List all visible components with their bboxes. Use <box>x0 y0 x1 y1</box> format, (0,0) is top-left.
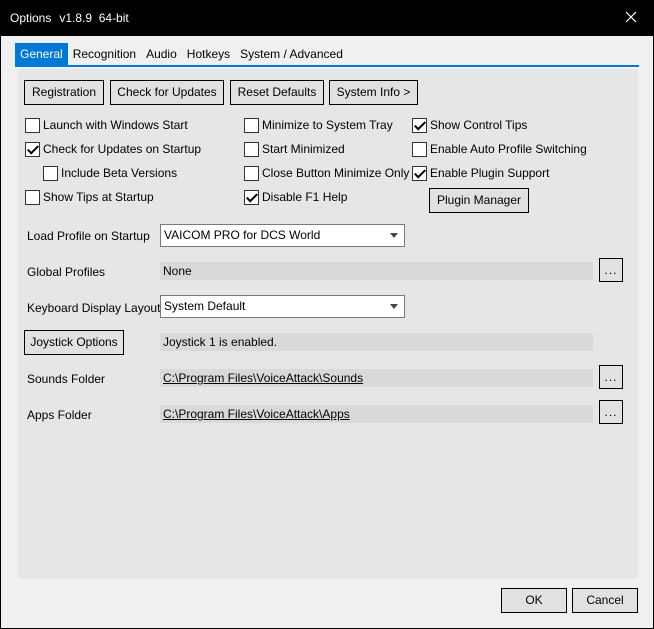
tab-hotkeys[interactable]: Hotkeys <box>182 43 235 65</box>
cancel-button[interactable]: Cancel <box>572 588 638 613</box>
general-panel: Registration Check for Updates Reset Def… <box>18 69 638 579</box>
tab-underline <box>15 65 639 67</box>
checkbox-label: Show Control Tips <box>430 118 528 132</box>
system-info-button[interactable]: System Info > <box>329 80 418 105</box>
tab-recognition[interactable]: Recognition <box>68 43 141 65</box>
window-title: Options v1.8.9 64-bit <box>10 11 129 25</box>
tab-system-advanced[interactable]: System / Advanced <box>235 43 348 65</box>
registration-button[interactable]: Registration <box>24 80 104 105</box>
show-tips-checkbox[interactable]: Show Tips at Startup <box>25 188 154 206</box>
checkbox-label: Check for Updates on Startup <box>43 142 202 156</box>
checkbox-box <box>244 141 259 157</box>
joystick-options-button[interactable]: Joystick Options <box>24 330 124 355</box>
start-minimized-checkbox[interactable]: Start Minimized <box>244 140 345 158</box>
joystick-status-field: Joystick 1 is enabled. <box>160 333 593 351</box>
checkmark-icon <box>412 165 427 181</box>
checkbox-box <box>412 141 427 157</box>
checkbox-label: Start Minimized <box>262 142 345 156</box>
checkbox-box <box>244 165 259 181</box>
tab-general[interactable]: General <box>15 43 68 65</box>
show-control-tips-checkbox[interactable]: Show Control Tips <box>412 116 527 134</box>
keyboard-layout-label: Keyboard Display Layout <box>27 301 161 315</box>
checkbox-label: Close Button Minimize Only <box>262 166 410 180</box>
load-profile-select[interactable]: VAICOM PRO for DCS World <box>160 224 405 247</box>
sounds-folder-label: Sounds Folder <box>27 372 106 386</box>
checkbox-label: Launch with Windows Start <box>43 118 188 132</box>
disable-f1-checkbox[interactable]: Disable F1 Help <box>244 188 347 206</box>
checkmark-icon <box>244 189 259 205</box>
sounds-folder-path[interactable]: C:\Program Files\VoiceAttack\Sounds <box>160 369 593 387</box>
plugin-manager-button[interactable]: Plugin Manager <box>429 188 529 213</box>
checkbox-box <box>244 117 259 133</box>
close-button[interactable] <box>608 0 654 34</box>
tab-strip: General Recognition Audio Hotkeys System… <box>15 43 348 65</box>
keyboard-layout-value: System Default <box>164 299 246 313</box>
checkmark-icon <box>412 117 427 133</box>
plugin-support-checkbox[interactable]: Enable Plugin Support <box>412 164 549 182</box>
minimize-tray-checkbox[interactable]: Minimize to System Tray <box>244 116 393 134</box>
checkbox-label: Disable F1 Help <box>262 190 348 204</box>
checkbox-label: Include Beta Versions <box>61 166 178 180</box>
global-profiles-label: Global Profiles <box>27 265 106 279</box>
checkbox-label: Show Tips at Startup <box>43 190 154 204</box>
apps-folder-label: Apps Folder <box>27 408 92 422</box>
checkbox-box <box>43 165 58 181</box>
apps-folder-path[interactable]: C:\Program Files\VoiceAttack\Apps <box>160 405 593 423</box>
global-profiles-field: None <box>160 262 593 280</box>
chevron-down-icon <box>390 233 398 238</box>
checkbox-label: Enable Plugin Support <box>430 166 550 180</box>
ok-button[interactable]: OK <box>501 588 567 613</box>
close-minimize-checkbox[interactable]: Close Button Minimize Only <box>244 164 409 182</box>
close-icon <box>625 11 637 23</box>
title-bar: Options v1.8.9 64-bit <box>0 0 654 36</box>
load-profile-label: Load Profile on Startup <box>27 229 150 243</box>
check-updates-button[interactable]: Check for Updates <box>110 80 224 105</box>
apps-folder-browse-button[interactable]: ... <box>599 400 623 424</box>
launch-with-windows-checkbox[interactable]: Launch with Windows Start <box>25 116 188 134</box>
checkbox-box <box>25 189 40 205</box>
global-profiles-browse-button[interactable]: ... <box>599 258 623 282</box>
sounds-folder-browse-button[interactable]: ... <box>599 365 623 389</box>
chevron-down-icon <box>390 304 398 309</box>
checkbox-label: Minimize to System Tray <box>262 118 393 132</box>
auto-profile-checkbox[interactable]: Enable Auto Profile Switching <box>412 140 587 158</box>
checkmark-icon <box>25 141 40 157</box>
version-text: v1.8.9 64-bit <box>59 11 129 25</box>
options-window: Options v1.8.9 64-bit General Recognition… <box>0 0 654 629</box>
check-updates-startup-checkbox[interactable]: Check for Updates on Startup <box>25 140 201 158</box>
tab-audio[interactable]: Audio <box>141 43 182 65</box>
checkbox-label: Enable Auto Profile Switching <box>430 142 587 156</box>
checkbox-box <box>25 117 40 133</box>
reset-defaults-button[interactable]: Reset Defaults <box>230 80 324 105</box>
window-title-text: Options <box>10 11 52 25</box>
keyboard-layout-select[interactable]: System Default <box>160 295 405 318</box>
client-area: General Recognition Audio Hotkeys System… <box>1 36 653 628</box>
load-profile-value: VAICOM PRO for DCS World <box>164 228 321 242</box>
include-beta-checkbox[interactable]: Include Beta Versions <box>43 164 177 182</box>
